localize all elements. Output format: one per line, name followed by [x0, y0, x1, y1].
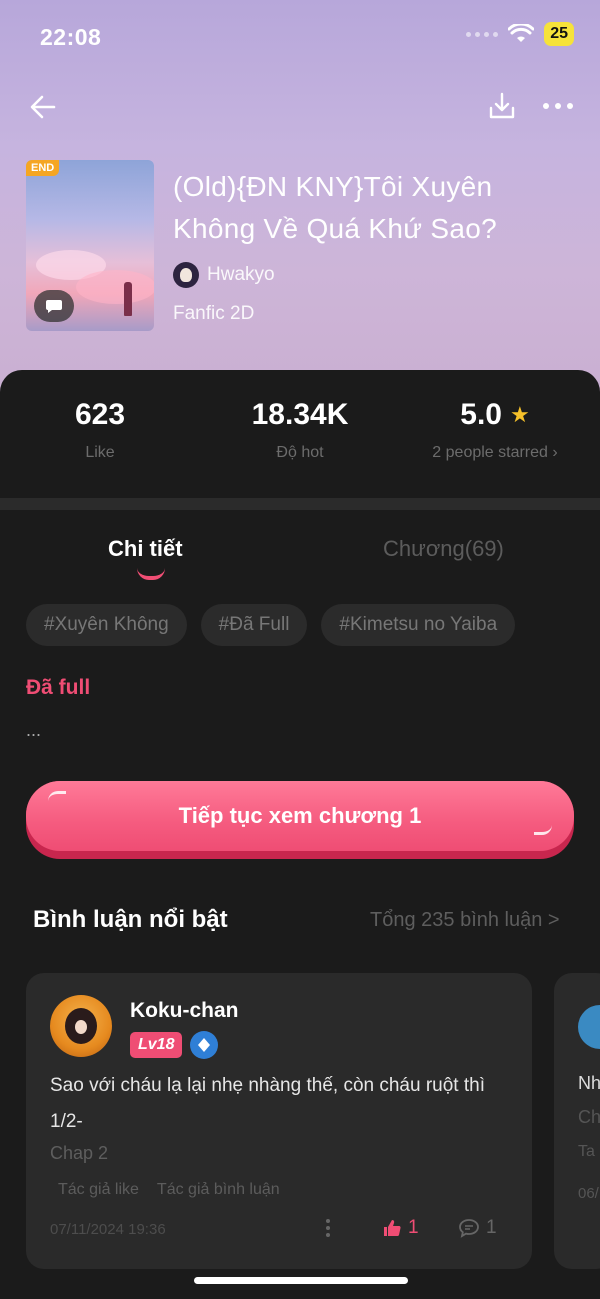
all-comments-link[interactable]: Tổng 235 bình luận >: [370, 909, 560, 932]
home-indicator: [194, 1277, 408, 1284]
comment-card-peek[interactable]: Nh Ch Ta 06/: [554, 973, 600, 1269]
reply-count: 1: [486, 1217, 497, 1238]
author-name[interactable]: Hwakyo: [207, 264, 275, 286]
user-badges: Lv18: [130, 1031, 219, 1059]
status-indicators: 25: [466, 22, 574, 46]
commenter-avatar[interactable]: [50, 995, 112, 1057]
comment-more-icon[interactable]: [326, 1219, 330, 1237]
top-nav: [0, 84, 600, 128]
peek-chapter: Ch: [578, 1107, 600, 1127]
likes-value: 623: [74, 398, 126, 431]
stats-row: 623 Like 18.34K Độ hot 5.0 ★ 2 people st…: [0, 370, 600, 498]
end-badge: END: [26, 160, 60, 176]
back-arrow-icon[interactable]: [26, 90, 60, 124]
book-title: (Old){ĐN KNY}Tôi Xuyên Không Về Quá Khứ …: [173, 171, 497, 244]
button-shine: [48, 791, 66, 801]
book-cover[interactable]: END: [26, 160, 154, 331]
commenter-avatar[interactable]: [578, 1005, 600, 1049]
rating-value: 5.0: [460, 398, 502, 431]
comment-card[interactable]: Koku-chan Lv18 Sao với cháu lạ lại nhẹ n…: [26, 973, 532, 1269]
continue-reading-label[interactable]: Tiếp tục xem chương 1: [26, 781, 574, 851]
wifi-icon: [508, 24, 535, 42]
status-bar: 22:08 25: [0, 0, 600, 72]
hot-stat: 18.34K Độ hot: [225, 398, 375, 462]
cover-art-cloud: [76, 270, 154, 304]
rating-row: 5.0 ★: [410, 398, 580, 432]
status-time: 22:08: [40, 24, 102, 50]
comments-header: Bình luận nổi bật Tổng 235 bình luận >: [0, 906, 600, 942]
hero-header: 22:08 25 END (Old){ĐN KNY}Tôi Xuyên Khôn…: [0, 0, 600, 420]
tab-bar: Chi tiết Chương(69): [0, 532, 600, 582]
continue-reading-button[interactable]: Tiếp tục xem chương 1: [26, 781, 574, 859]
description[interactable]: ...: [26, 720, 41, 741]
comment-author-tags: Tác giả like Tác giả bình luận: [58, 1181, 280, 1199]
star-icon: ★: [509, 402, 530, 427]
cellular-signal-icon: [466, 31, 499, 37]
tag-chip[interactable]: #Đã Full: [200, 604, 308, 646]
rating-stat[interactable]: 5.0 ★ 2 people starred ›: [410, 398, 580, 462]
comments-title: Bình luận nổi bật: [33, 906, 228, 933]
comment-text: Sao với cháu lạ lại nhẹ nhàng thế, còn c…: [50, 1075, 485, 1132]
detail-panel: 623 Like 18.34K Độ hot 5.0 ★ 2 people st…: [0, 370, 600, 1299]
thumbs-up-icon: [384, 1220, 401, 1236]
tag-list: #Xuyên Không #Đã Full #Kimetsu no Yaiba: [26, 604, 516, 646]
level-badge: Lv18: [130, 1032, 183, 1058]
active-tab-indicator: [137, 568, 165, 580]
author-comment-tag: Tác giả bình luận: [156, 1181, 280, 1198]
battery-indicator: 25: [544, 22, 574, 46]
completion-status: Đã full: [26, 676, 91, 699]
like-button[interactable]: 1: [382, 1217, 419, 1239]
reply-bubble-icon: [459, 1219, 479, 1238]
author-row[interactable]: Hwakyo: [173, 262, 275, 288]
author-like-tag: Tác giả like: [58, 1181, 139, 1198]
section-divider: [0, 498, 600, 510]
peek-text: Nh: [578, 1073, 600, 1093]
comment-bubble-icon[interactable]: [34, 290, 74, 322]
peek-date: 06/: [578, 1185, 599, 1202]
gem-badge-icon: [190, 1031, 219, 1059]
comment-date: 07/11/2024 19:36: [50, 1221, 166, 1238]
tag-chip[interactable]: #Xuyên Không: [26, 604, 187, 646]
peek-tags: Ta: [578, 1143, 595, 1160]
tab-chapters[interactable]: Chương(69): [383, 536, 504, 562]
more-options-icon[interactable]: [538, 92, 578, 120]
tab-details[interactable]: Chi tiết: [108, 536, 183, 562]
hot-value: 18.34K: [251, 398, 349, 431]
likes-stat: 623 Like: [50, 398, 150, 462]
genre-label: Fanfic 2D: [173, 303, 255, 324]
cover-art-figure: [124, 282, 132, 316]
comment-chapter[interactable]: Chap 2: [50, 1143, 108, 1164]
like-count: 1: [408, 1217, 419, 1238]
rating-label[interactable]: 2 people starred ›: [410, 444, 580, 462]
likes-label: Like: [85, 444, 115, 461]
download-icon[interactable]: [486, 90, 518, 122]
author-avatar[interactable]: [173, 262, 199, 288]
hot-label: Độ hot: [276, 444, 324, 461]
tag-chip[interactable]: #Kimetsu no Yaiba: [321, 604, 516, 646]
commenter-name[interactable]: Koku-chan: [130, 999, 239, 1023]
reply-button[interactable]: 1: [458, 1217, 497, 1239]
